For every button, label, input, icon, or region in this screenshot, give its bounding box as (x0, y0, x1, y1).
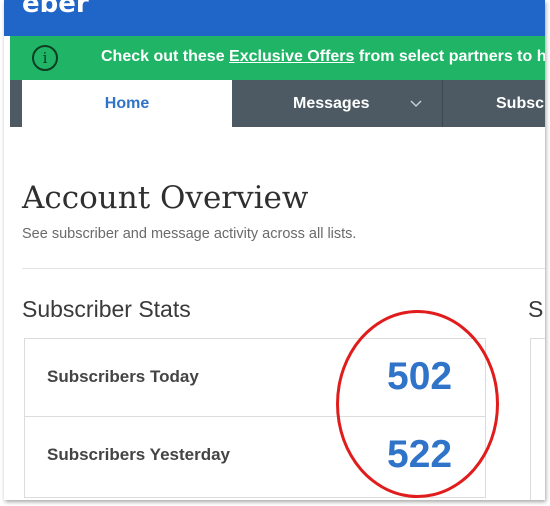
promo-prefix: Check out these (101, 48, 230, 65)
tab-home-label: Home (104, 95, 150, 112)
tab-home[interactable]: Home (22, 80, 232, 127)
info-icon: i (32, 45, 58, 71)
app-window: eber i Check out these Exclusive Offers … (4, 0, 545, 500)
page-title: Account Overview (22, 180, 309, 216)
stat-value-today: 502 (387, 355, 453, 398)
subscriber-stats-card: Subscribers Today 502 Subscribers Yester… (24, 338, 486, 498)
stat-row-today: Subscribers Today 502 (25, 339, 485, 417)
chevron-down-icon (410, 80, 422, 146)
main-nav: Home Messages Subsc (10, 80, 545, 127)
stat-label-today: Subscribers Today (47, 367, 199, 386)
exclusive-offers-link[interactable]: Exclusive Offers (229, 48, 354, 65)
right-section-title: S (528, 296, 544, 322)
tab-messages-label: Messages (293, 95, 370, 112)
right-stats-card (530, 338, 545, 500)
brand-bar: eber (4, 0, 545, 36)
stat-value-yesterday: 522 (387, 433, 453, 476)
promo-message: Check out these Exclusive Offers from se… (101, 48, 545, 66)
page-subtitle: See subscriber and message activity acro… (22, 226, 357, 242)
brand-logo[interactable]: eber (22, 0, 89, 19)
section-divider (22, 268, 545, 269)
promo-banner: i Check out these Exclusive Offers from … (10, 36, 545, 80)
tab-messages[interactable]: Messages (232, 80, 443, 127)
stat-label-yesterday: Subscribers Yesterday (47, 445, 231, 464)
tab-subscribers-label: Subsc (496, 95, 545, 112)
subscriber-stats-title: Subscriber Stats (22, 296, 191, 322)
stat-row-yesterday: Subscribers Yesterday 522 (25, 417, 485, 495)
tab-subscribers[interactable]: Subsc (444, 80, 545, 127)
promo-suffix: from select partners to h (354, 48, 545, 65)
